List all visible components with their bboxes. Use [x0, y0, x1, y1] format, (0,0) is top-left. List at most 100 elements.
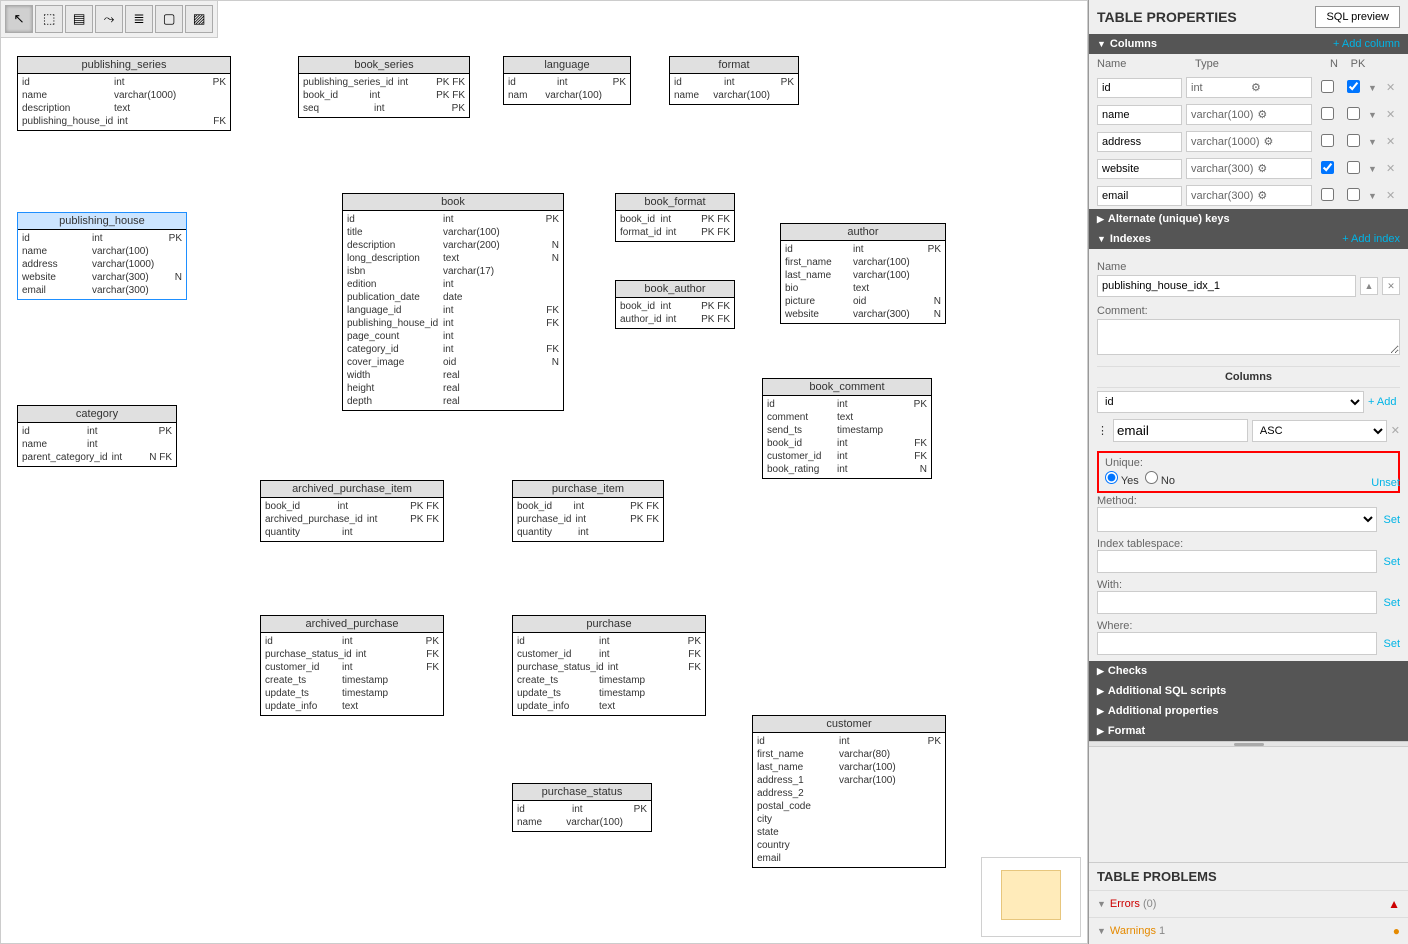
table-purchase_item[interactable]: purchase_itembook_idintPK FKpurchase_idi… [512, 480, 664, 542]
minimap[interactable] [981, 857, 1081, 937]
pk-checkbox[interactable] [1347, 134, 1360, 147]
columns-section-header[interactable]: ▼Columns + Add column [1089, 34, 1408, 54]
delete-column-icon[interactable]: ✕ [1386, 135, 1400, 148]
gear-icon[interactable]: ⚙ [1255, 105, 1309, 124]
chevron-down-icon[interactable]: ▼ [1368, 137, 1382, 147]
chevron-down-icon[interactable]: ▼ [1368, 83, 1382, 93]
diagram-canvas[interactable]: ↖ ⬚ ▤ ⤳ ≣ ▢ ▨ publishing_seriesidintPKna… [0, 0, 1088, 944]
with-set-link[interactable]: Set [1383, 597, 1400, 609]
unique-yes-option[interactable]: Yes [1105, 471, 1139, 487]
table-publishing_series[interactable]: publishing_seriesidintPKnamevarchar(1000… [17, 56, 231, 131]
select-tool[interactable]: ↖ [5, 5, 33, 33]
column-name-input[interactable] [1097, 78, 1182, 98]
gear-icon[interactable]: ⚙ [1249, 78, 1309, 97]
table-purchase_status[interactable]: purchase_statusidintPKnamevarchar(100) [512, 783, 652, 832]
column-type-input[interactable]: varchar(100)⚙ [1186, 104, 1312, 125]
with-input[interactable] [1097, 591, 1377, 614]
nullable-checkbox[interactable] [1321, 80, 1334, 93]
gear-icon[interactable]: ⚙ [1255, 159, 1309, 178]
table-book[interactable]: bookidintPKtitlevarchar(100)descriptionv… [342, 193, 564, 411]
sql-preview-button[interactable]: SQL preview [1315, 6, 1400, 28]
table-archived_purchase[interactable]: archived_purchaseidintPKpurchase_status_… [260, 615, 444, 716]
index-col-2-sort[interactable]: ASC [1252, 420, 1387, 442]
column-name-input[interactable] [1097, 159, 1182, 179]
chevron-down-icon[interactable]: ▼ [1368, 164, 1382, 174]
column-type-input[interactable]: varchar(300)⚙ [1186, 185, 1312, 206]
checks-header[interactable]: ▶Checks [1089, 661, 1408, 681]
nullable-checkbox[interactable] [1321, 188, 1334, 201]
table-publishing_house[interactable]: publishing_houseidintPKnamevarchar(100)a… [17, 212, 187, 300]
add-index-link[interactable]: + Add index [1342, 233, 1400, 245]
nullable-checkbox[interactable] [1321, 107, 1334, 120]
table-category[interactable]: categoryidintPKnameintparent_category_id… [17, 405, 177, 467]
delete-column-icon[interactable]: ✕ [1386, 81, 1400, 94]
where-input[interactable] [1097, 632, 1377, 655]
delete-column-icon[interactable]: ✕ [1386, 162, 1400, 175]
nullable-checkbox[interactable] [1321, 134, 1334, 147]
method-set-link[interactable]: Set [1383, 514, 1400, 526]
table-book_series[interactable]: book_seriespublishing_series_idintPK FKb… [298, 56, 470, 118]
note-tool[interactable]: ▢ [155, 5, 183, 33]
index-col-2-delete[interactable]: ✕ [1391, 424, 1400, 437]
pk-checkbox[interactable] [1347, 107, 1360, 120]
index-col-1-select[interactable]: id [1097, 391, 1364, 413]
marquee-tool[interactable]: ⬚ [35, 5, 63, 33]
column-name-input[interactable] [1097, 186, 1182, 206]
column-type-input[interactable]: varchar(1000)⚙ [1186, 131, 1312, 152]
column-name-input[interactable] [1097, 105, 1182, 125]
delete-column-icon[interactable]: ✕ [1386, 108, 1400, 121]
warnings-row[interactable]: ▼Warnings 1 [1097, 925, 1165, 937]
table-archived_purchase_item[interactable]: archived_purchase_itembook_idintPK FKarc… [260, 480, 444, 542]
column-type-input[interactable]: int⚙ [1186, 77, 1312, 98]
errors-row[interactable]: ▼Errors (0) [1097, 898, 1156, 910]
table-column-row: pictureoidN [785, 295, 941, 308]
index-comment-input[interactable] [1097, 319, 1400, 355]
table-column-row: create_tstimestamp [517, 674, 701, 687]
chevron-down-icon[interactable]: ▼ [1368, 110, 1382, 120]
unique-unset-link[interactable]: Unset [1371, 477, 1400, 489]
table-author[interactable]: authoridintPKfirst_namevarchar(100)last_… [780, 223, 946, 324]
pk-checkbox[interactable] [1347, 188, 1360, 201]
pk-checkbox[interactable] [1347, 161, 1360, 174]
index-name-input[interactable] [1097, 275, 1356, 297]
method-label: Method: [1097, 495, 1400, 507]
unique-no-option[interactable]: No [1145, 471, 1175, 487]
scripts-header[interactable]: ▶Additional SQL scripts [1089, 681, 1408, 701]
where-set-link[interactable]: Set [1383, 638, 1400, 650]
table-language[interactable]: languageidintPKnamvarchar(100) [503, 56, 631, 105]
indexes-header[interactable]: ▼Indexes + Add index [1089, 229, 1408, 249]
index-col-2-input[interactable] [1113, 419, 1248, 442]
table-tool[interactable]: ▤ [65, 5, 93, 33]
table-purchase[interactable]: purchaseidintPKcustomer_idintFKpurchase_… [512, 615, 706, 716]
table-book_comment[interactable]: book_commentidintPKcommenttextsend_tstim… [762, 378, 932, 479]
table-title: book_comment [763, 379, 931, 396]
column-type-input[interactable]: varchar(300)⚙ [1186, 158, 1312, 179]
chevron-down-icon[interactable]: ▼ [1368, 191, 1382, 201]
index-add-col-link[interactable]: + Add [1368, 396, 1400, 408]
list-tool[interactable]: ≣ [125, 5, 153, 33]
table-format[interactable]: formatidintPKnamevarchar(100) [669, 56, 799, 105]
pk-checkbox[interactable] [1347, 80, 1360, 93]
method-select[interactable] [1097, 507, 1377, 532]
er-canvas[interactable]: publishing_seriesidintPKnamevarchar(1000… [1, 1, 1087, 943]
splitter[interactable] [1089, 741, 1408, 747]
add-props-header[interactable]: ▶Additional properties [1089, 701, 1408, 721]
tablespace-input[interactable] [1097, 550, 1377, 573]
table-column-row: idintPK [674, 76, 794, 89]
format-header[interactable]: ▶Format [1089, 721, 1408, 741]
nullable-checkbox[interactable] [1321, 161, 1334, 174]
relation-tool[interactable]: ⤳ [95, 5, 123, 33]
pattern-tool[interactable]: ▨ [185, 5, 213, 33]
column-name-input[interactable] [1097, 132, 1182, 152]
collapse-index-button[interactable]: ▲ [1360, 277, 1378, 295]
table-book_author[interactable]: book_authorbook_idintPK FKauthor_idintPK… [615, 280, 735, 329]
delete-index-button[interactable]: ✕ [1382, 277, 1400, 295]
delete-column-icon[interactable]: ✕ [1386, 189, 1400, 202]
table-customer[interactable]: customeridintPKfirst_namevarchar(80)last… [752, 715, 946, 868]
table-book_format[interactable]: book_formatbook_idintPK FKformat_idintPK… [615, 193, 735, 242]
add-column-link[interactable]: + Add column [1333, 38, 1400, 50]
gear-icon[interactable]: ⚙ [1255, 186, 1309, 205]
alt-keys-header[interactable]: ▶Alternate (unique) keys [1089, 209, 1408, 229]
tablespace-set-link[interactable]: Set [1383, 556, 1400, 568]
gear-icon[interactable]: ⚙ [1261, 132, 1309, 151]
